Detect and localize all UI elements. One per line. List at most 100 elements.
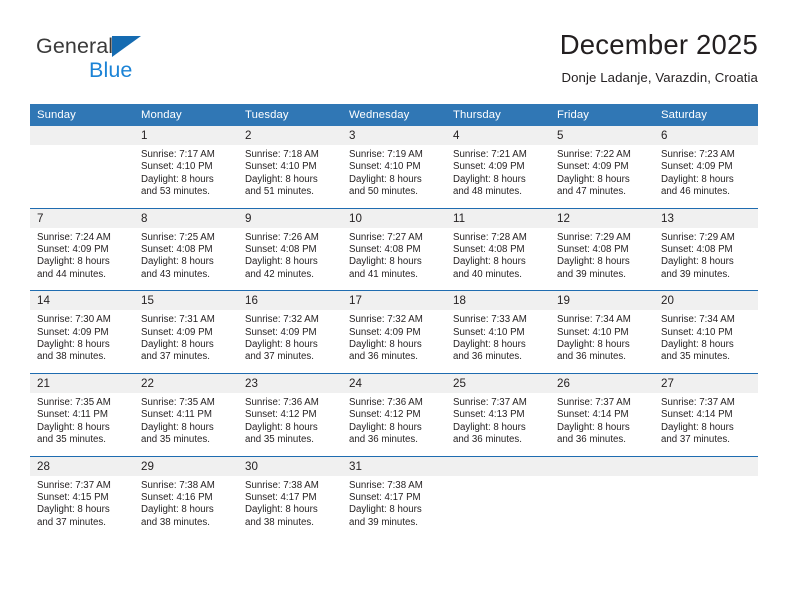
day-detail-cell[interactable]: Sunrise: 7:38 AM Sunset: 4:16 PM Daylight:…: [134, 475, 238, 539]
day-detail-cell[interactable]: Sunrise: 7:32 AM Sunset: 4:09 PM Daylight:…: [342, 310, 446, 374]
day-number-cell[interactable]: 3: [342, 126, 446, 145]
day-detail-cell[interactable]: Sunrise: 7:21 AM Sunset: 4:09 PM Daylight:…: [446, 145, 550, 209]
sunset-text: Sunset: 4:11 PM: [141, 409, 212, 421]
day-detail-cell[interactable]: Sunrise: 7:19 AM Sunset: 4:10 PM Daylight:…: [342, 145, 446, 209]
weekday-header-thursday: Thursday: [446, 104, 550, 126]
logo-word-blue: Blue: [89, 58, 133, 82]
day-detail-cell[interactable]: Sunrise: 7:23 AM Sunset: 4:09 PM Daylight:…: [654, 145, 758, 209]
sunset-text: Sunset: 4:15 PM: [37, 491, 109, 503]
day-detail-cell[interactable]: Sunrise: 7:38 AM Sunset: 4:17 PM Daylight:…: [342, 475, 446, 539]
daylight-2-text: and 35 minutes.: [141, 434, 210, 446]
day-detail-cell[interactable]: Sunrise: 7:18 AM Sunset: 4:10 PM Daylight:…: [238, 145, 342, 209]
weekday-header-tuesday: Tuesday: [238, 104, 342, 126]
sunrise-text: Sunrise: 7:18 AM: [245, 149, 319, 160]
day-detail-cell[interactable]: Sunrise: 7:37 AM Sunset: 4:15 PM Daylight:…: [30, 475, 134, 539]
day-number-cell[interactable]: 19: [550, 290, 654, 311]
day-number-cell[interactable]: 9: [238, 208, 342, 228]
daylight-1-text: Daylight: 8 hours: [141, 504, 214, 516]
day-detail-cell[interactable]: Sunrise: 7:37 AM Sunset: 4:14 PM Daylight:…: [550, 392, 654, 457]
sunrise-text: Sunrise: 7:27 AM: [349, 231, 423, 243]
day-number-cell[interactable]: 8: [134, 208, 238, 228]
daylight-1-text: Daylight: 8 hours: [349, 421, 422, 433]
day-number-cell[interactable]: 14: [30, 290, 134, 311]
day-number-cell[interactable]: 2: [238, 126, 342, 145]
daylight-1-text: Daylight: 8 hours: [557, 256, 630, 268]
day-number-cell[interactable]: 22: [134, 373, 238, 393]
day-number-cell[interactable]: 12: [550, 208, 654, 228]
day-number-cell[interactable]: 16: [238, 290, 342, 311]
daylight-2-text: and 39 minutes.: [349, 516, 418, 528]
day-number-cell[interactable]: 4: [446, 126, 550, 145]
sunset-text: Sunset: 4:12 PM: [349, 409, 421, 421]
week-daynumber-row: 14 15 16 17 18 19 20: [30, 290, 758, 311]
day-number-cell[interactable]: 1: [134, 126, 238, 145]
day-number-cell[interactable]: 7: [30, 208, 134, 228]
daylight-1-text: Daylight: 8 hours: [141, 339, 214, 351]
day-detail-cell[interactable]: Sunrise: 7:37 AM Sunset: 4:14 PM Daylight:…: [654, 392, 758, 457]
daylight-2-text: and 51 minutes.: [245, 186, 314, 198]
day-number-cell[interactable]: 25: [446, 373, 550, 393]
sunset-text: Sunset: 4:09 PM: [37, 244, 109, 256]
day-number-cell[interactable]: 17: [342, 290, 446, 311]
daylight-1-text: Daylight: 8 hours: [661, 339, 734, 351]
day-detail-cell[interactable]: Sunrise: 7:17 AM Sunset: 4:10 PM Daylight:…: [134, 145, 238, 209]
day-detail-cell[interactable]: Sunrise: 7:27 AM Sunset: 4:08 PM Daylight:…: [342, 227, 446, 292]
day-detail-cell[interactable]: Sunrise: 7:24 AM Sunset: 4:09 PM Daylight:…: [30, 227, 134, 292]
day-detail-cell[interactable]: Sunrise: 7:36 AM Sunset: 4:12 PM Daylight:…: [238, 392, 342, 457]
day-number-cell[interactable]: 23: [238, 373, 342, 393]
day-detail-cell[interactable]: Sunrise: 7:35 AM Sunset: 4:11 PM Daylight:…: [30, 392, 134, 457]
day-number-cell[interactable]: 13: [654, 208, 758, 228]
day-detail-cell[interactable]: Sunrise: 7:30 AM Sunset: 4:09 PM Daylight:…: [30, 310, 134, 374]
day-number-cell[interactable]: 27: [654, 373, 758, 393]
day-number-cell[interactable]: 5: [550, 126, 654, 145]
daylight-2-text: and 38 minutes.: [141, 516, 210, 528]
sunrise-text: Sunrise: 7:38 AM: [141, 479, 215, 491]
day-number-cell[interactable]: 6: [654, 126, 758, 145]
day-number-cell[interactable]: 21: [30, 373, 134, 393]
week-detail-row: Sunrise: 7:37 AM Sunset: 4:15 PM Daylight:…: [30, 475, 758, 539]
daylight-2-text: and 46 minutes.: [661, 186, 730, 198]
day-detail-cell[interactable]: Sunrise: 7:38 AM Sunset: 4:17 PM Daylight:…: [238, 475, 342, 539]
day-detail-cell[interactable]: Sunrise: 7:22 AM Sunset: 4:09 PM Daylight:…: [550, 145, 654, 209]
day-number-cell[interactable]: 26: [550, 373, 654, 393]
calendar-table: Sunday Monday Tuesday Wednesday Thursday Frid…: [30, 104, 758, 539]
daylight-1-text: Daylight: 8 hours: [349, 339, 422, 351]
day-number-cell[interactable]: 28: [30, 456, 134, 476]
day-number-cell[interactable]: 11: [446, 208, 550, 228]
day-detail-cell[interactable]: Sunrise: 7:35 AM Sunset: 4:11 PM Daylight:…: [134, 392, 238, 457]
empty-detail-cell: [30, 145, 134, 209]
sunrise-text: Sunrise: 7:17 AM: [141, 149, 215, 160]
day-detail-cell[interactable]: Sunrise: 7:31 AM Sunset: 4:09 PM Daylight:…: [134, 310, 238, 374]
day-number-cell[interactable]: 20: [654, 290, 758, 311]
day-detail-cell[interactable]: Sunrise: 7:32 AM Sunset: 4:09 PM Daylight:…: [238, 310, 342, 374]
sunrise-text: Sunrise: 7:25 AM: [141, 231, 215, 243]
day-detail-cell[interactable]: Sunrise: 7:25 AM Sunset: 4:08 PM Daylight:…: [134, 227, 238, 292]
sunset-text: Sunset: 4:10 PM: [245, 161, 317, 173]
day-detail-cell[interactable]: Sunrise: 7:34 AM Sunset: 4:10 PM Daylight:…: [550, 310, 654, 374]
day-number-cell[interactable]: 29: [134, 456, 238, 476]
sunrise-text: Sunrise: 7:38 AM: [245, 479, 319, 491]
day-detail-cell[interactable]: Sunrise: 7:37 AM Sunset: 4:13 PM Daylight:…: [446, 392, 550, 457]
daylight-2-text: and 42 minutes.: [245, 268, 314, 280]
daylight-2-text: and 35 minutes.: [37, 434, 106, 446]
sunrise-text: Sunrise: 7:36 AM: [349, 396, 423, 408]
day-detail-cell[interactable]: Sunrise: 7:29 AM Sunset: 4:08 PM Daylight:…: [550, 227, 654, 292]
day-detail-cell[interactable]: Sunrise: 7:29 AM Sunset: 4:08 PM Daylight:…: [654, 227, 758, 292]
day-number-cell[interactable]: 31: [342, 456, 446, 476]
day-number-cell[interactable]: 30: [238, 456, 342, 476]
daylight-2-text: and 47 minutes.: [557, 186, 626, 198]
day-number-cell[interactable]: 18: [446, 290, 550, 311]
day-detail-cell[interactable]: Sunrise: 7:33 AM Sunset: 4:10 PM Daylight:…: [446, 310, 550, 374]
day-detail-cell[interactable]: Sunrise: 7:34 AM Sunset: 4:10 PM Daylight:…: [654, 310, 758, 374]
day-number-cell[interactable]: 24: [342, 373, 446, 393]
sunrise-text: Sunrise: 7:33 AM: [453, 314, 527, 326]
page-header: General Blue December 2025 Donje Ladanje…: [0, 0, 792, 100]
day-detail-cell[interactable]: Sunrise: 7:28 AM Sunset: 4:08 PM Daylight:…: [446, 227, 550, 292]
sunset-text: Sunset: 4:09 PM: [349, 326, 421, 338]
general-blue-logo[interactable]: General Blue: [36, 33, 236, 89]
day-number-cell[interactable]: 15: [134, 290, 238, 311]
day-detail-cell[interactable]: Sunrise: 7:26 AM Sunset: 4:08 PM Daylight:…: [238, 227, 342, 292]
day-detail-cell[interactable]: Sunrise: 7:36 AM Sunset: 4:12 PM Daylight:…: [342, 392, 446, 457]
sunrise-text: Sunrise: 7:28 AM: [453, 231, 527, 243]
day-number-cell[interactable]: 10: [342, 208, 446, 228]
